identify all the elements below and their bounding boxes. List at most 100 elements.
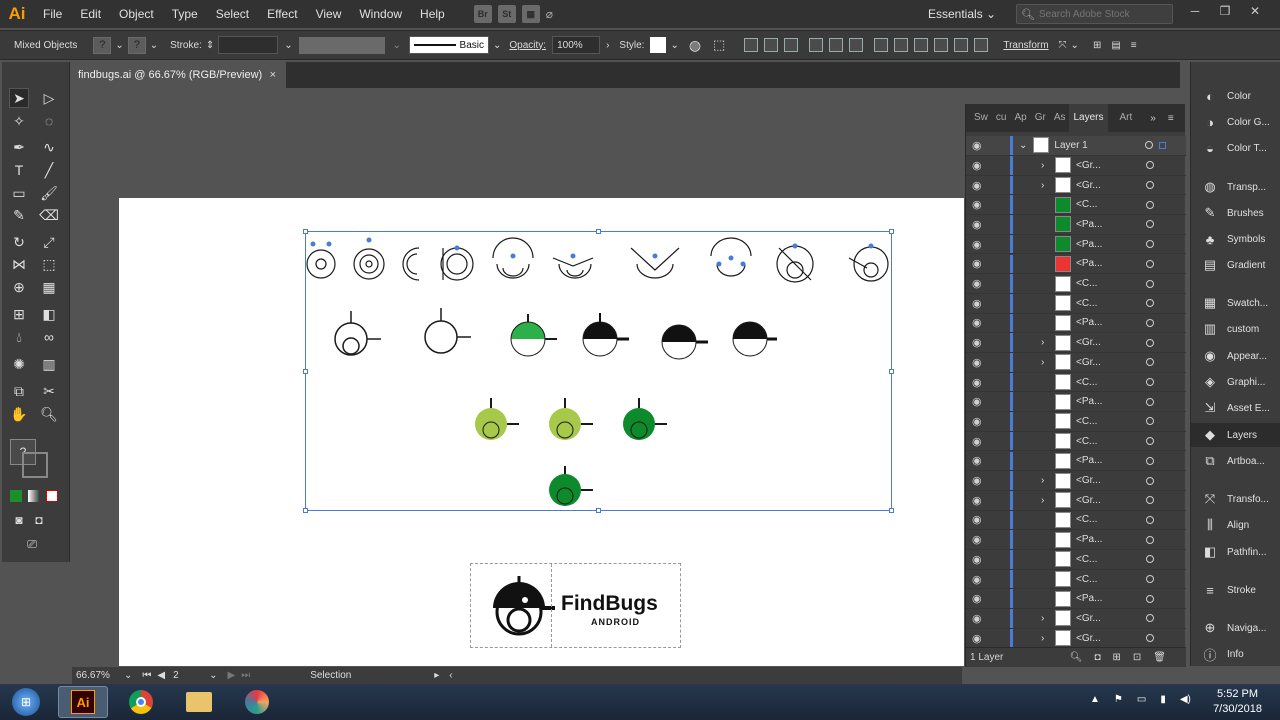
isolate-icon[interactable]: ⊞: [1093, 40, 1101, 51]
bridge-button[interactable]: Br: [473, 5, 492, 23]
dock-item[interactable]: ◈ Graphi...: [1191, 370, 1280, 394]
profile-dropdown-icon[interactable]: ⌄: [393, 40, 401, 51]
menu-edit[interactable]: Edit: [71, 0, 110, 28]
artboard-tool-icon[interactable]: ⧉: [9, 381, 29, 401]
previous-artboard-icon[interactable]: ◀: [157, 670, 165, 681]
dock-item[interactable]: ✎ Brushes: [1191, 201, 1280, 225]
visibility-eye-icon[interactable]: ◉: [972, 218, 990, 231]
lasso-tool-icon[interactable]: ◌: [39, 111, 59, 131]
layer-row[interactable]: ◉ <C...: [966, 569, 1186, 590]
shape-builder-tool-icon[interactable]: ⊕: [9, 277, 29, 297]
layer-row[interactable]: ◉ <Pa...: [966, 215, 1186, 235]
visibility-eye-icon[interactable]: ◉: [972, 336, 990, 349]
layer-item-name[interactable]: <Gr...: [1076, 357, 1146, 368]
visibility-eye-icon[interactable]: ◉: [972, 415, 990, 428]
stroke-color-box[interactable]: [22, 452, 48, 478]
dock-item[interactable]: ⓘ Info: [1191, 642, 1280, 666]
visibility-eye-icon[interactable]: ◉: [972, 474, 990, 487]
mesh-tool-icon[interactable]: ⊞: [9, 304, 29, 324]
layer-target-icon[interactable]: [1146, 240, 1154, 249]
stock-button[interactable]: St: [497, 5, 516, 23]
taskbar-chrome[interactable]: [116, 686, 166, 718]
column-graph-tool-icon[interactable]: ▥: [39, 354, 59, 374]
eyedropper-tool-icon[interactable]: 💧︎: [9, 327, 29, 347]
visibility-eye-icon[interactable]: ◉: [972, 592, 990, 605]
layer-item-name[interactable]: <Pa...: [1076, 455, 1146, 466]
taskbar-illustrator[interactable]: Ai: [58, 686, 108, 718]
layer-target-icon[interactable]: [1146, 220, 1154, 229]
layer-row[interactable]: ◉ <Pa...: [966, 254, 1186, 275]
delete-layer-icon[interactable]: 🗑︎: [1153, 652, 1166, 663]
visibility-eye-icon[interactable]: ◉: [972, 316, 990, 329]
align-bottom-icon[interactable]: [849, 38, 864, 52]
layer-item-name[interactable]: <C...: [1076, 278, 1146, 289]
layer-row[interactable]: ◉ <C...: [966, 550, 1186, 570]
distribute-top-icon[interactable]: [874, 38, 889, 52]
layer-item-name[interactable]: <C...: [1076, 298, 1146, 309]
volume-icon[interactable]: ◀): [1180, 694, 1191, 705]
transform-options-icon[interactable]: ⤧: [1059, 40, 1067, 51]
layer-target-icon[interactable]: [1146, 515, 1154, 524]
minimize-icon[interactable]: ─: [1180, 0, 1210, 22]
scroll-left-icon[interactable]: ‹: [449, 670, 452, 681]
dock-item[interactable]: ⇲ Asset E...: [1191, 396, 1280, 420]
visibility-eye-icon[interactable]: ◉: [972, 238, 990, 251]
visibility-eye-icon[interactable]: ◉: [972, 573, 990, 586]
layer-row[interactable]: ◉ <Pa...: [966, 451, 1186, 472]
dock-item[interactable]: ▥ custom: [1191, 317, 1280, 341]
align-left-icon[interactable]: [744, 38, 759, 52]
pen-tool-icon[interactable]: ✒: [9, 137, 29, 157]
layer-selected-icon[interactable]: [1159, 141, 1166, 149]
menu-file[interactable]: File: [34, 0, 71, 28]
layer-target-icon[interactable]: [1146, 476, 1154, 485]
expand-chevron-icon[interactable]: ›: [1041, 357, 1049, 368]
more-options-icon[interactable]: ≡: [1131, 40, 1137, 51]
handle-middle-right[interactable]: [889, 369, 894, 374]
dock-item[interactable]: ▤ Gradient: [1191, 253, 1280, 277]
expand-chevron-icon[interactable]: ›: [1041, 180, 1049, 191]
layer-row[interactable]: ◉ › <Gr...: [966, 333, 1186, 353]
workspace-switcher[interactable]: Essentials ⌄: [928, 0, 996, 28]
visibility-eye-icon[interactable]: ◉: [972, 297, 990, 310]
visibility-eye-icon[interactable]: ◉: [972, 198, 990, 211]
layer-item-name[interactable]: <C...: [1076, 554, 1146, 565]
stock-search[interactable]: 🔍︎: [1016, 4, 1173, 24]
dock-item[interactable]: ⤧ Transfo...: [1191, 487, 1280, 511]
document-tab[interactable]: findbugs.ai @ 66.67% (RGB/Preview) ×: [72, 62, 286, 88]
visibility-eye-icon[interactable]: ◉: [972, 257, 990, 270]
artboard-dropdown-icon[interactable]: ⌄: [209, 670, 217, 681]
layer-target-icon[interactable]: [1146, 279, 1154, 288]
close-icon[interactable]: ✕: [1240, 0, 1270, 22]
visibility-eye-icon[interactable]: ◉: [972, 494, 990, 507]
layer-target-icon[interactable]: [1146, 614, 1154, 623]
flag-icon[interactable]: ⚑: [1114, 694, 1123, 705]
layer-target-icon[interactable]: [1146, 496, 1154, 505]
graphic-style-swatch[interactable]: [650, 37, 667, 53]
slice-tool-icon[interactable]: ✂: [39, 381, 59, 401]
handle-top-left[interactable]: [303, 229, 308, 234]
stroke-weight-dropdown-icon[interactable]: ⌄: [284, 40, 292, 51]
eraser-tool-icon[interactable]: ⌫: [39, 205, 59, 225]
arrange-icon[interactable]: ▤: [1111, 40, 1120, 51]
style-dropdown-icon[interactable]: ⌄: [670, 40, 678, 51]
direct-selection-tool-icon[interactable]: ▷: [39, 88, 59, 108]
layer-row[interactable]: ◉ <C...: [966, 431, 1186, 452]
layer-row[interactable]: ◉ <C...: [966, 372, 1186, 393]
layer-row[interactable]: ◉ › <Gr...: [966, 490, 1186, 511]
layer-row[interactable]: ◉ <C...: [966, 195, 1186, 216]
layer-item-name[interactable]: <Gr...: [1076, 180, 1146, 191]
screen-mode-icon[interactable]: ⎚: [22, 534, 42, 554]
none-mode-icon[interactable]: [46, 490, 58, 502]
layer-row-top[interactable]: ◉ ⌄ Layer 1: [966, 136, 1186, 156]
selection-tool-icon[interactable]: ➤: [9, 88, 29, 108]
tab-artboards[interactable]: Art: [1116, 104, 1137, 132]
layer-item-name[interactable]: <C...: [1076, 377, 1146, 388]
dock-item[interactable]: ◑ Color G...: [1191, 110, 1280, 134]
draw-normal-icon[interactable]: ◙: [9, 510, 29, 530]
handle-middle-left[interactable]: [303, 369, 308, 374]
layer-item-name[interactable]: <C...: [1076, 436, 1146, 447]
visibility-eye-icon[interactable]: ◉: [972, 454, 990, 467]
layer-target-icon[interactable]: [1146, 358, 1154, 367]
visibility-eye-icon[interactable]: ◉: [972, 435, 990, 448]
tab-appearance[interactable]: Ap: [1010, 104, 1030, 132]
